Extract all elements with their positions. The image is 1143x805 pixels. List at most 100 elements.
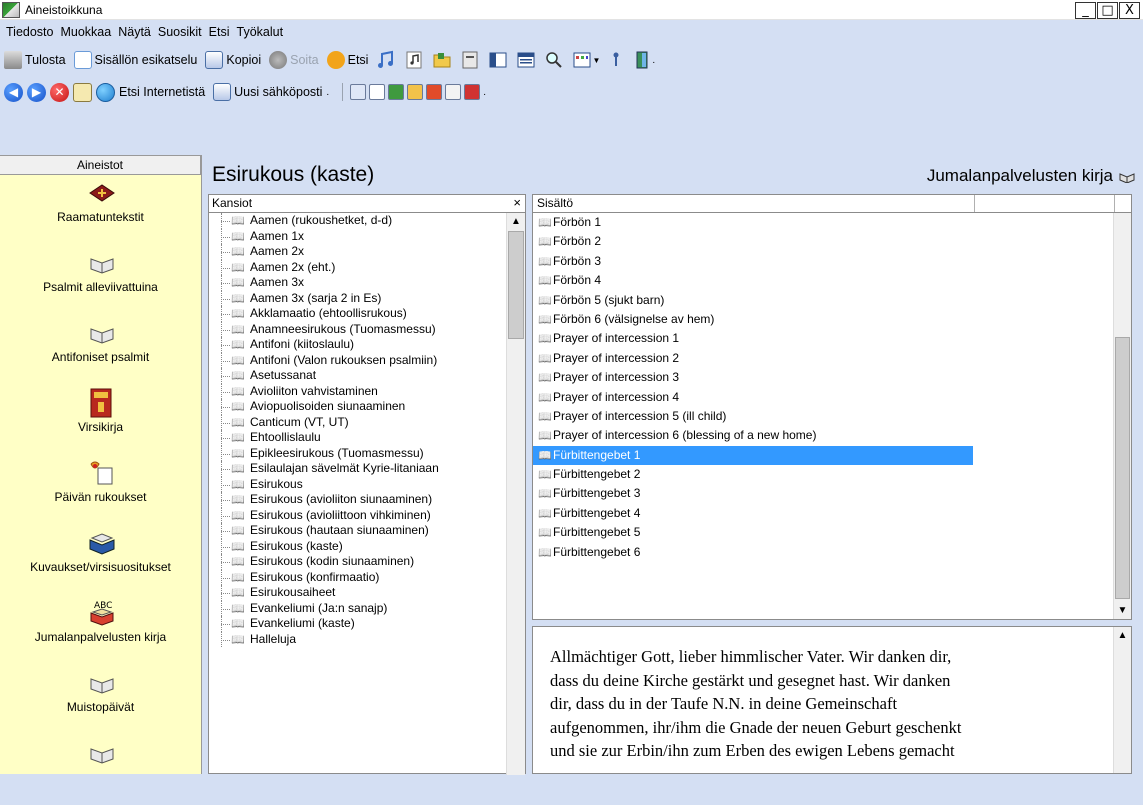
content-item[interactable]: 📖Prayer of intercession 6 (blessing of a… [533,426,973,445]
word-export-icon[interactable] [350,84,367,100]
excel-export-icon[interactable] [388,84,405,100]
close-button[interactable]: X [1119,2,1140,19]
folder-item[interactable]: 📖 Esilaulajan sävelmät Kyrie-litaniaan [209,461,525,477]
menu-tiedosto[interactable]: Tiedosto [6,25,53,39]
content-item[interactable]: 📖Fürbittengebet 3 [533,484,973,503]
mail-icon[interactable] [73,82,92,102]
content-item[interactable]: 📖Fürbittengebet 2 [533,465,973,484]
music-note-button[interactable] [376,50,396,70]
folder-item[interactable]: 📖 Aamen 1x [209,228,525,245]
folder-item[interactable]: 📖 Halleluja [209,631,525,648]
content-item[interactable]: 📖Fürbittengebet 6 [533,543,973,562]
folder-item[interactable]: 📖 Akklamaatio (ehtoollisrukous) [209,306,525,322]
folder-item[interactable]: 📖 Evankeliumi (Ja:n sanajp) [209,600,525,617]
document-button[interactable] [460,50,480,70]
folder-item[interactable]: 📖 Antifoni (Valon rukouksen psalmiin) [209,352,525,369]
content-item[interactable]: 📖Prayer of intercession 1 [533,329,973,348]
zoom-button[interactable] [544,50,564,70]
new-email-button[interactable]: Uusi sähköposti . [213,83,329,101]
pin-button[interactable] [608,50,624,70]
menu-etsi[interactable]: Etsi [209,25,230,39]
folder-item[interactable]: 📖 Aamen 2x [209,244,525,260]
stop-icon[interactable]: ✕ [50,82,69,102]
folder-item[interactable]: 📖 Anamneesirukous (Tuomasmessu) [209,321,525,338]
copy-button[interactable]: Kopioi [205,51,261,69]
layout-1-button[interactable] [488,50,508,70]
folder-item[interactable]: 📖 Aamen 2x (eht.) [209,259,525,276]
search-icon[interactable] [96,82,115,102]
scroll-up-icon[interactable]: ▲ [507,213,525,230]
play-button[interactable]: Soita [269,51,319,69]
content-item[interactable]: 📖Fürbittengebet 4 [533,504,973,523]
folder-item[interactable]: 📖 Esirukous (hautaan siunaaminen) [209,523,525,539]
content-item[interactable]: 📖Prayer of intercession 5 (ill child) [533,407,973,426]
sidebar-item-virsikirja[interactable]: Virsikirja [0,385,201,455]
contents-column-header-2[interactable] [975,195,1115,212]
close-folders-icon[interactable]: × [513,195,521,211]
folder-item[interactable]: 📖 Esirukous (konfirmaatio) [209,569,525,586]
back-arrow-icon[interactable]: ◀ [4,82,23,102]
menu-muokkaa[interactable]: Muokkaa [60,25,111,39]
folder-open-button[interactable] [432,50,452,70]
folder-item[interactable]: 📖 Esirukousaiheet [209,585,525,601]
folder-item[interactable]: 📖 Esirukous (avioliittoon vihkiminen) [209,507,525,524]
sidebar-item-antifoniset[interactable]: Antifoniset psalmit [0,315,201,385]
folder-item[interactable]: 📖 Aamen 3x (sarja 2 in Es) [209,290,525,307]
menu-suosikit[interactable]: Suosikit [158,25,202,39]
menu-nayta[interactable]: Näytä [118,25,151,39]
folder-item[interactable]: 📖 Canticum (VT, UT) [209,414,525,431]
forward-arrow-icon[interactable]: ▶ [27,82,46,102]
sidebar-item-muistopaivat[interactable]: Muistopäivät [0,665,201,735]
folder-item[interactable]: 📖 Esirukous (avioliiton siunaaminen) [209,492,525,508]
content-item[interactable]: 📖Förbön 1 [533,213,973,232]
content-item[interactable]: 📖Förbön 5 (sjukt barn) [533,291,973,310]
doc-export-icon[interactable] [369,84,386,100]
folder-item[interactable]: 📖 Esirukous [209,476,525,493]
folders-scrollbar[interactable]: ▲ [506,213,525,775]
search-internet-button[interactable]: Etsi Internetistä [119,85,205,99]
content-item[interactable]: 📖Prayer of intercession 4 [533,388,973,407]
preview-button[interactable]: Sisällön esikatselu [73,51,197,69]
folder-item[interactable]: 📖 Esirukous (kodin siunaaminen) [209,554,525,570]
presentation-export-icon[interactable] [426,84,443,100]
content-item[interactable]: 📖Prayer of intercession 3 [533,368,973,387]
print-button[interactable]: Tulosta [4,51,66,69]
sidebar-item-psalmit[interactable]: Psalmit alleviivattuina [0,245,201,315]
folder-item[interactable]: 📖 Aamen 3x [209,275,525,291]
folder-item[interactable]: 📖 Evankeliumi (kaste) [209,616,525,632]
contents-column-header[interactable]: Sisältö [533,195,975,212]
layout-2-button[interactable] [516,50,536,70]
sidebar-item-more[interactable] [0,735,201,805]
scroll-up-icon[interactable]: ▲ [1114,627,1131,644]
exit-button[interactable]: . [632,50,655,70]
maximize-button[interactable]: □ [1097,2,1118,19]
scroll-thumb[interactable] [1115,337,1130,599]
view-options-button[interactable]: ▼ [572,50,600,70]
text-scrollbar[interactable]: ▲ [1113,627,1131,773]
folder-item[interactable]: 📖 Ehtoollislaulu [209,430,525,446]
content-item[interactable]: 📖Fürbittengebet 5 [533,523,973,542]
outlook-export-icon[interactable] [407,84,424,100]
contents-scrollbar[interactable]: ▲ ▼ [1113,213,1131,619]
publisher-export-icon[interactable] [445,84,462,100]
folder-item[interactable]: 📖 Avioliiton vahvistaminen [209,383,525,400]
folder-item[interactable]: 📖 Antifoni (kiitoslaulu) [209,337,525,353]
sidebar-item-kuvaukset[interactable]: Kuvaukset/virsisuositukset [0,525,201,595]
folder-item[interactable]: 📖 Aviopuolisoiden siunaaminen [209,399,525,415]
content-item[interactable]: 📖Fürbittengebet 1 [533,445,973,466]
content-item[interactable]: 📖Förbön 6 (välsignelse av hem) [533,310,973,329]
scroll-down-icon[interactable]: ▼ [1114,602,1131,619]
folder-item[interactable]: 📖 Aamen (rukoushetket, d-d) [209,213,525,229]
folder-item[interactable]: 📖 Esirukous (kaste) [209,538,525,555]
find-button[interactable]: Etsi [326,51,368,69]
folder-item[interactable]: 📖 Asetussanat [209,368,525,384]
sheet-music-button[interactable] [404,50,424,70]
content-item[interactable]: 📖Förbön 3 [533,252,973,271]
content-item[interactable]: 📖Förbön 4 [533,271,973,290]
minimize-button[interactable]: _ [1075,2,1096,19]
menu-tyokalut[interactable]: Työkalut [237,25,284,39]
sidebar-item-jumalanpalvelusten-kirja[interactable]: ABC Jumalanpalvelusten kirja [0,595,201,665]
media-export-icon[interactable] [464,84,481,100]
content-item[interactable]: 📖Förbön 2 [533,232,973,251]
scroll-thumb[interactable] [508,231,524,339]
